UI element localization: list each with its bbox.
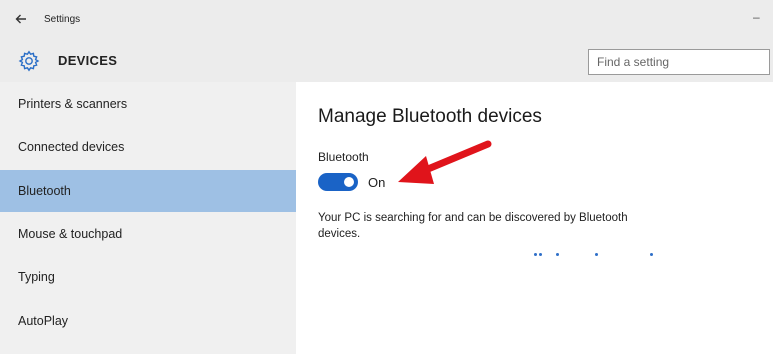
toggle-knob [344, 177, 354, 187]
window-title: Settings [44, 14, 81, 25]
bluetooth-toggle[interactable] [318, 173, 358, 191]
page-title: Manage Bluetooth devices [318, 106, 542, 127]
bluetooth-status-text: Your PC is searching for and can be disc… [318, 210, 718, 242]
sidebar-item-connected-devices[interactable]: Connected devices [0, 127, 296, 167]
sidebar-item-mouse-touchpad[interactable]: Mouse & touchpad [0, 214, 296, 254]
red-arrow-icon [398, 140, 492, 184]
minimize-button[interactable]: – [753, 10, 765, 24]
progress-dot [534, 253, 537, 256]
search-input[interactable] [588, 49, 770, 75]
progress-dot [556, 253, 559, 256]
page-header: DEVICES [0, 40, 773, 82]
sidebar-item-autoplay[interactable]: AutoPlay [0, 301, 296, 341]
settings-window: Settings – DEVICES Printers & scanners C… [0, 0, 773, 354]
progress-dot [650, 253, 653, 256]
sidebar-item-bluetooth[interactable]: Bluetooth [0, 170, 296, 212]
title-bar: Settings – [0, 0, 773, 40]
sidebar-item-typing[interactable]: Typing [0, 257, 296, 297]
progress-dot [595, 253, 598, 256]
status-line-1: Your PC is searching for and can be disc… [318, 212, 628, 224]
status-line-2: devices. [318, 228, 361, 240]
gear-icon [18, 50, 40, 72]
main-content: Manage Bluetooth devices Bluetooth On Yo… [296, 82, 773, 354]
section-title: DEVICES [58, 53, 118, 68]
sidebar: Printers & scanners Connected devices Bl… [0, 82, 296, 354]
sidebar-item-printers-scanners[interactable]: Printers & scanners [0, 84, 296, 124]
progress-dot [539, 253, 542, 256]
bluetooth-label: Bluetooth [318, 150, 369, 164]
back-arrow-icon[interactable] [14, 12, 32, 30]
